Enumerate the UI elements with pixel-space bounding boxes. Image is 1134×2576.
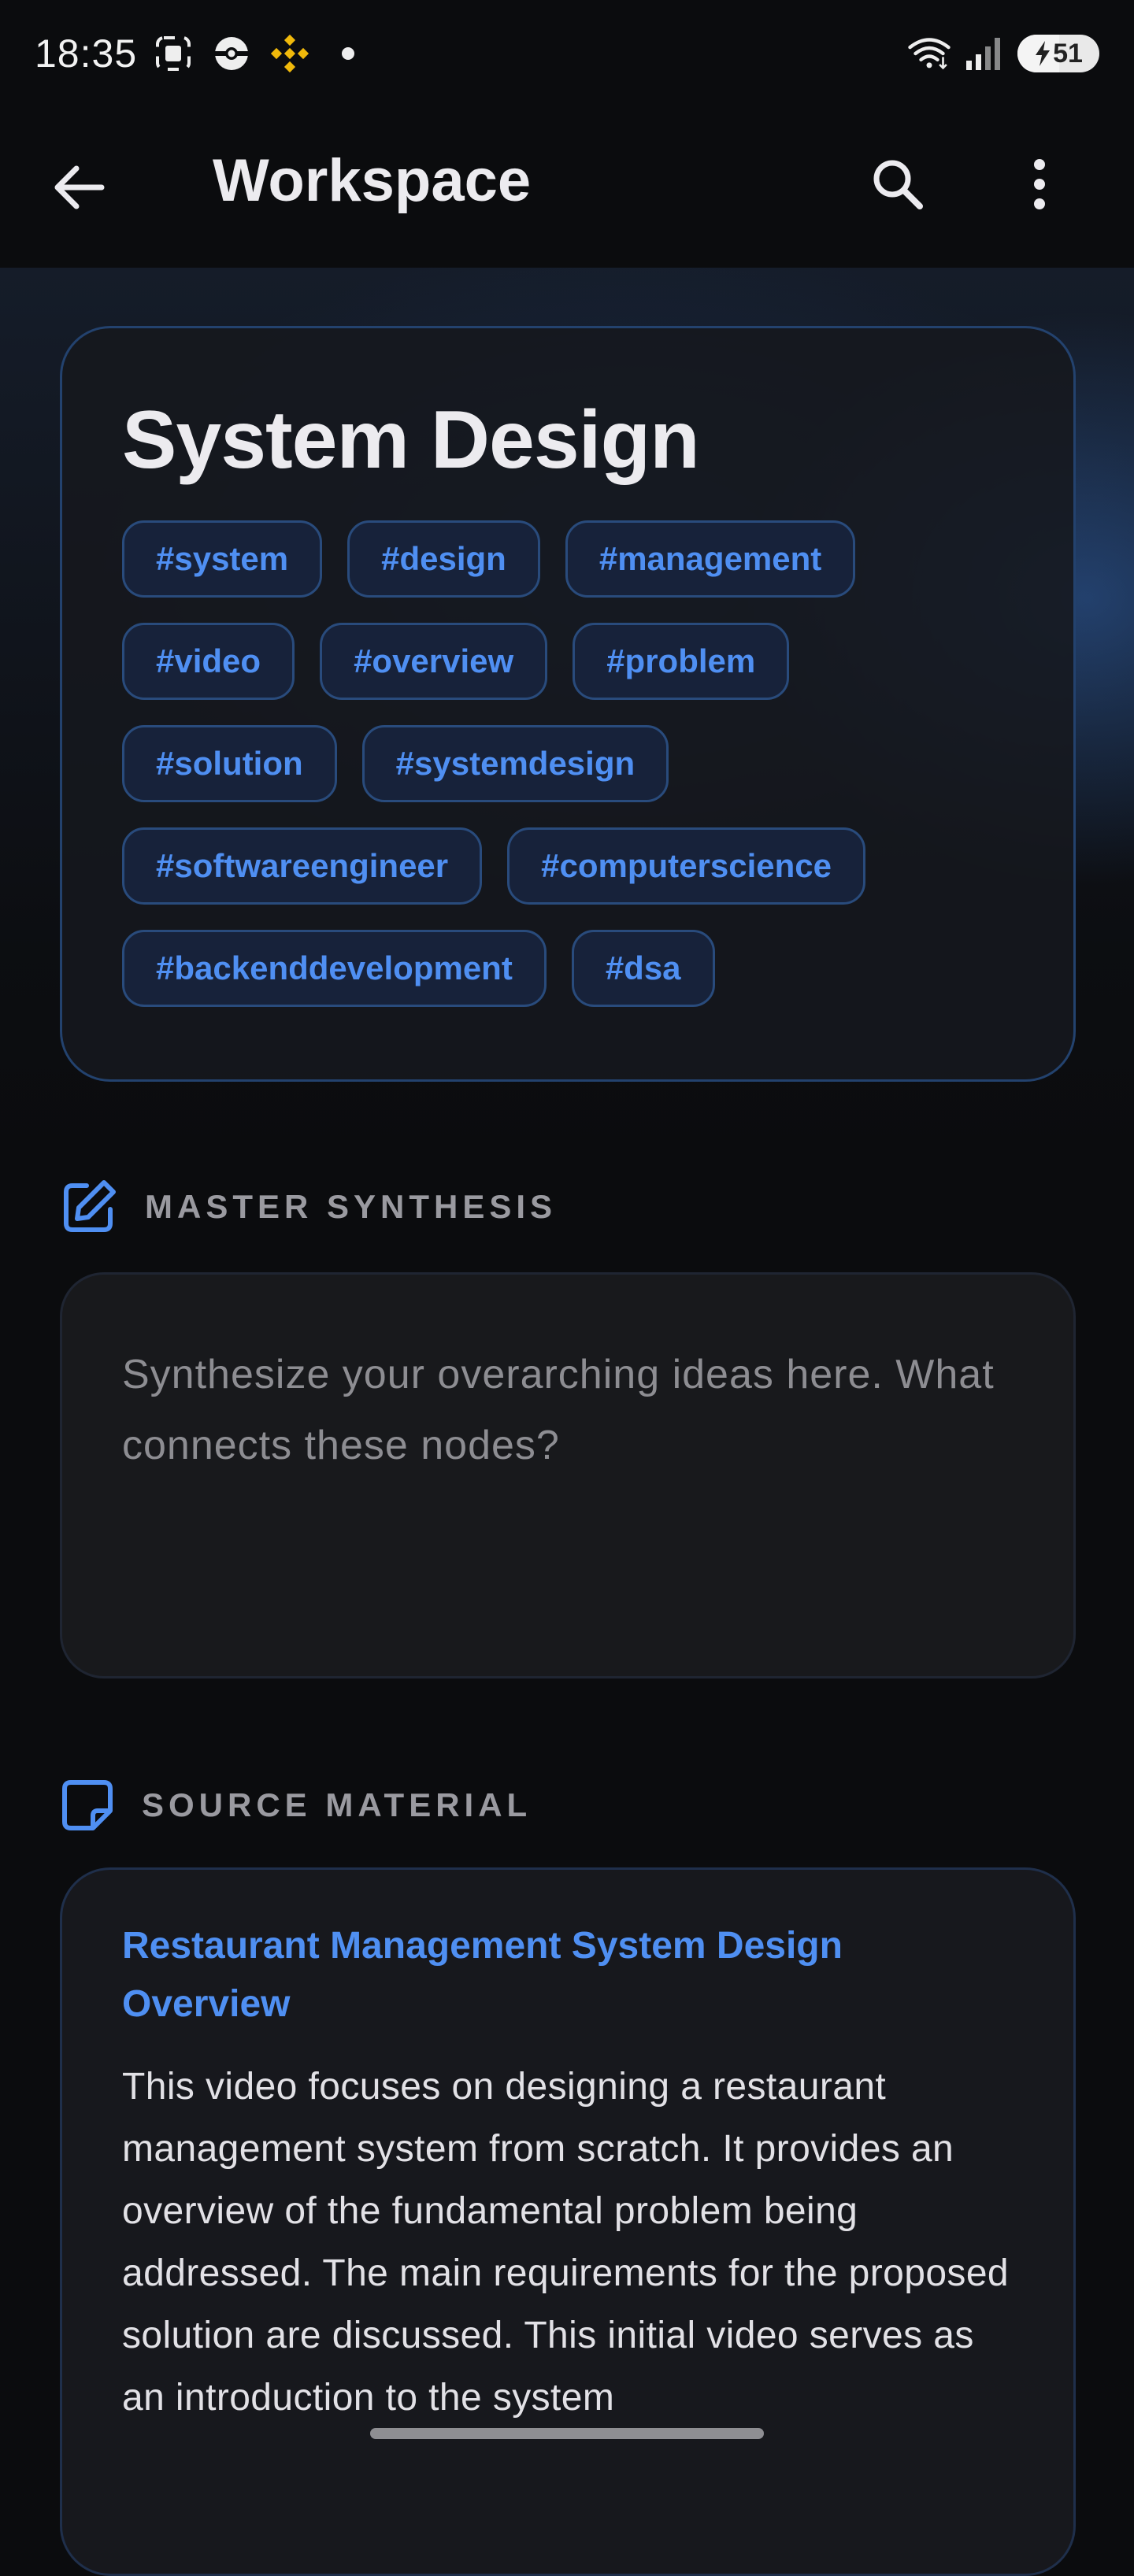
tag-chip[interactable]: #softwareengineer (122, 827, 483, 905)
source-body: This video focuses on designing a restau… (122, 2066, 1010, 2419)
back-button[interactable] (47, 156, 110, 219)
pokeball-icon (209, 31, 254, 76)
tag-chip[interactable]: #video (122, 623, 295, 700)
tag-chip[interactable]: #problem (573, 623, 790, 700)
search-button[interactable] (866, 153, 929, 216)
status-right: 51 (907, 31, 1099, 76)
section-label: SOURCE MATERIAL (142, 1786, 532, 1823)
source-card[interactable]: Restaurant Management System Design Over… (60, 1867, 1076, 2576)
charging-bolt-icon (1036, 41, 1051, 66)
battery-content: 51 (1034, 39, 1083, 69)
section-label: MASTER SYNTHESIS (145, 1188, 558, 1225)
topic-card: System Design #system #design #managemen… (60, 326, 1076, 1082)
tag-chip[interactable]: #management (565, 520, 856, 598)
tag-chip[interactable]: #dsa (571, 930, 715, 1007)
page-title: Workspace (213, 147, 532, 214)
tag-chip[interactable]: #solution (122, 725, 337, 802)
tag-list: #system #design #management #video #over… (122, 520, 1004, 1007)
wifi-icon (907, 31, 951, 76)
more-options-button[interactable] (1008, 153, 1071, 216)
more-vert-icon (1034, 159, 1045, 209)
app-bar: Workspace (0, 107, 1134, 265)
binance-icon (268, 31, 312, 76)
tag-chip[interactable]: #overview (320, 623, 548, 700)
source-title[interactable]: Restaurant Management System Design Over… (122, 1917, 1014, 2034)
screenshot-icon (151, 31, 195, 76)
arrow-back-icon (54, 165, 105, 209)
sticky-note-icon (62, 1780, 113, 1830)
edit-icon (64, 1180, 116, 1232)
search-icon (873, 160, 923, 209)
status-bar: 18:35 51 (0, 0, 1134, 107)
status-time: 18:35 (35, 31, 138, 76)
source-material-header: SOURCE MATERIAL (60, 1778, 532, 1833)
tag-chip[interactable]: #systemdesign (361, 725, 669, 802)
signal-icon (962, 31, 1006, 76)
status-left: 18:35 (35, 31, 370, 76)
home-indicator[interactable] (370, 2428, 764, 2439)
notification-dot-icon (326, 31, 370, 76)
tag-chip[interactable]: #backenddevelopment (122, 930, 547, 1007)
topic-title: System Design (122, 394, 700, 486)
battery-indicator: 51 (1017, 35, 1099, 72)
tag-chip[interactable]: #system (122, 520, 323, 598)
tag-chip[interactable]: #design (347, 520, 540, 598)
tag-chip[interactable]: #computerscience (507, 827, 865, 905)
synthesis-input[interactable]: Synthesize your overarching ideas here. … (60, 1272, 1076, 1678)
battery-level: 51 (1053, 38, 1083, 68)
master-synthesis-header: MASTER SYNTHESIS (60, 1178, 557, 1236)
